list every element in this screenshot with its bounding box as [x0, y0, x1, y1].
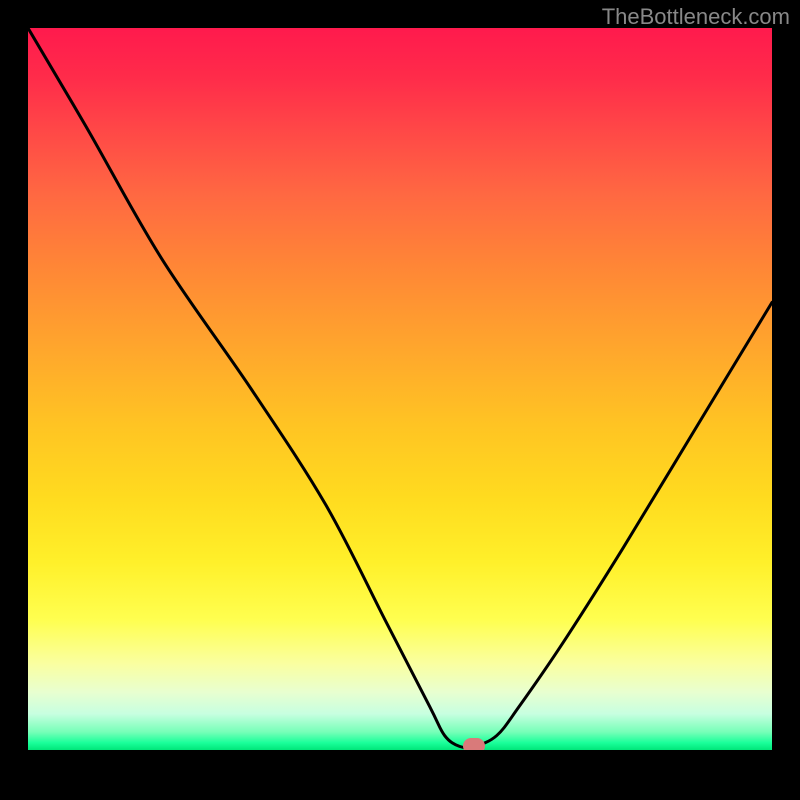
x-axis-strip: [28, 750, 772, 772]
chart-container: [28, 28, 772, 772]
watermark-text: TheBottleneck.com: [602, 4, 790, 30]
bottleneck-curve: [28, 28, 772, 750]
